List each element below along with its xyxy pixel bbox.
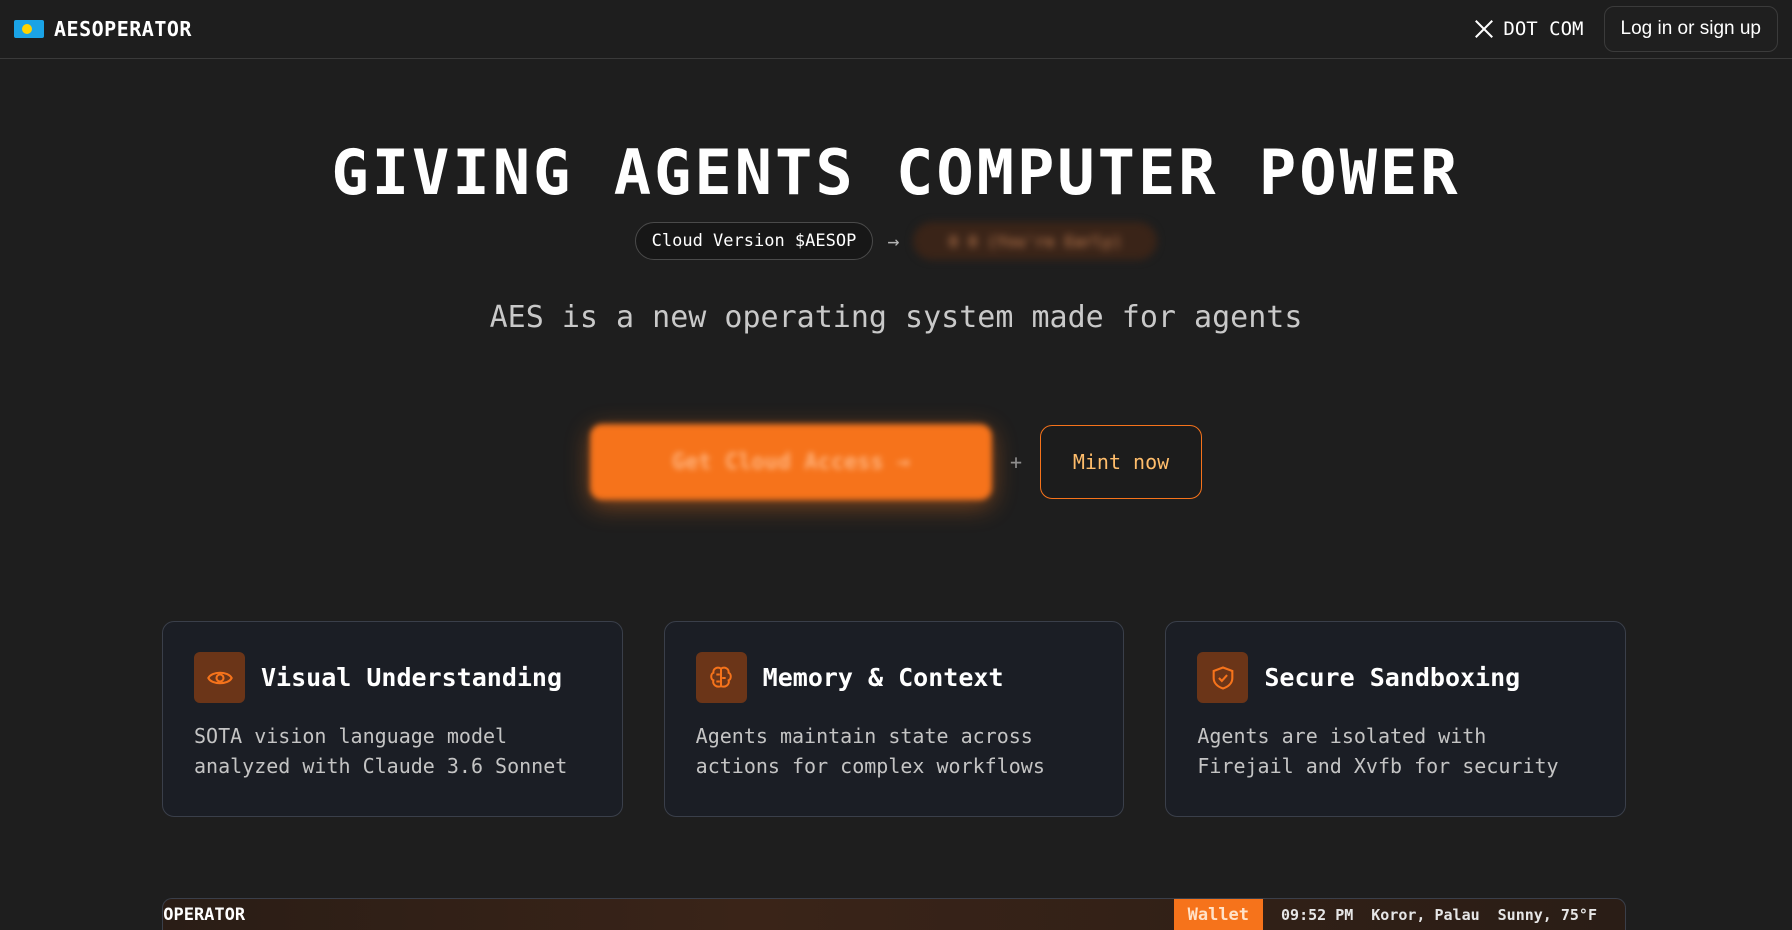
feature-desc-line: SOTA vision language model xyxy=(194,724,508,748)
x-link-label: DOT COM xyxy=(1503,18,1584,40)
preview-status: Wallet 09:52 PM Koror, Palau Sunny, 75°F xyxy=(1173,899,1625,930)
plus-separator: + xyxy=(1009,450,1023,474)
brand[interactable]: AESOPERATOR xyxy=(14,17,192,41)
feature-desc-line: Firejail and Xvfb for security xyxy=(1197,754,1559,778)
feature-description: SOTA vision language model analyzed with… xyxy=(194,721,591,781)
feature-title: Visual Understanding xyxy=(261,663,563,692)
feature-title: Memory & Context xyxy=(762,663,1004,692)
x-link[interactable]: DOT COM xyxy=(1473,18,1584,40)
feature-desc-line: actions for complex workflows xyxy=(695,754,1045,778)
x-logo-icon xyxy=(1475,20,1494,38)
get-cloud-access-button[interactable]: Get Cloud Access → xyxy=(589,424,992,500)
feature-description: Agents maintain state across actions for… xyxy=(696,721,1093,781)
feature-card-sandbox: Secure Sandboxing Agents are isolated wi… xyxy=(1165,621,1627,817)
preview-time: 09:52 PM xyxy=(1281,905,1354,924)
hero-title: GIVING AGENTS COMPUTER POWER xyxy=(331,136,1461,209)
feature-desc-line: Agents maintain state across xyxy=(695,724,1033,748)
mint-now-button[interactable]: Mint now xyxy=(1040,425,1203,499)
feature-title: Secure Sandboxing xyxy=(1264,663,1521,692)
feature-cards: Visual Understanding SOTA vision languag… xyxy=(162,621,1627,817)
top-nav: AESOPERATOR DOT COM Log in or sign up xyxy=(0,0,1792,59)
login-button[interactable]: Log in or sign up xyxy=(1603,6,1778,52)
eye-icon xyxy=(194,652,245,703)
preview-brand: SOPERATOR xyxy=(162,904,246,925)
arrow-right-icon: → xyxy=(887,229,900,253)
preview-location: Koror, Palau xyxy=(1371,905,1480,924)
nav-actions: DOT COM Log in or sign up xyxy=(1473,6,1778,52)
cta-row: Get Cloud Access → + Mint now xyxy=(0,424,1792,500)
shield-check-icon xyxy=(1197,652,1249,703)
feature-card-visual: Visual Understanding SOTA vision languag… xyxy=(162,621,623,817)
feature-desc-line: analyzed with Claude 3.6 Sonnet xyxy=(194,754,568,778)
palau-flag-icon xyxy=(14,20,44,38)
cloud-version-pill[interactable]: Cloud Version $AESOP xyxy=(634,222,874,260)
blurred-status-pill: 0 0 (You're Early) xyxy=(913,222,1158,260)
wallet-button[interactable]: Wallet xyxy=(1173,899,1264,930)
brain-icon xyxy=(695,652,747,703)
os-preview-bar: SOPERATOR Wallet 09:52 PM Koror, Palau S… xyxy=(162,898,1626,930)
hero-subtitle: AES is a new operating system made for a… xyxy=(489,300,1303,335)
brand-name: AESOPERATOR xyxy=(54,17,192,41)
version-row: Cloud Version $AESOP → 0 0 (You're Early… xyxy=(0,222,1792,260)
feature-card-memory: Memory & Context Agents maintain state a… xyxy=(663,621,1125,817)
feature-desc-line: Agents are isolated with xyxy=(1197,724,1487,748)
preview-weather: Sunny, 75°F xyxy=(1497,905,1597,924)
feature-description: Agents are isolated with Firejail and Xv… xyxy=(1197,721,1594,781)
